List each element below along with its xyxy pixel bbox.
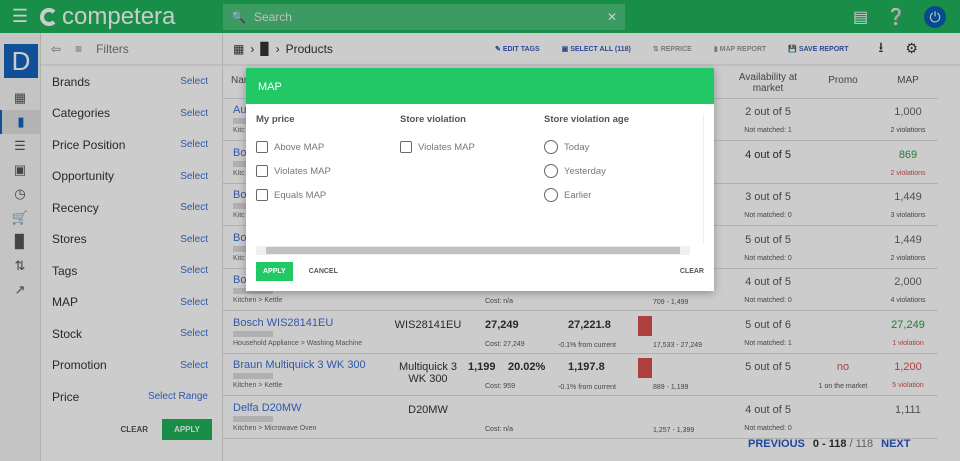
modal-apply-button[interactable]: APPLY <box>256 262 293 281</box>
option-label: Yesterday <box>564 165 606 177</box>
my-price-title: My price <box>256 114 295 125</box>
radio-option[interactable]: Today <box>544 135 629 159</box>
violation-age-title: Store violation age <box>544 114 629 125</box>
modal-title: MAP <box>246 68 714 104</box>
radio-option[interactable]: Yesterday <box>544 159 629 183</box>
checkbox-option[interactable]: Violates MAP <box>400 135 475 159</box>
checkbox-icon[interactable] <box>256 141 268 153</box>
option-label: Violates MAP <box>418 141 475 153</box>
map-filter-modal: MAP My price Above MAP Violates MAP Equals … <box>246 68 714 291</box>
radio-icon[interactable] <box>544 188 558 202</box>
radio-icon[interactable] <box>544 140 558 154</box>
option-label: Above MAP <box>274 141 325 153</box>
option-label: Today <box>564 141 590 153</box>
checkbox-option[interactable]: Equals MAP <box>256 183 331 207</box>
checkbox-icon[interactable] <box>256 165 268 177</box>
checkbox-option[interactable]: Violates MAP <box>256 159 331 183</box>
radio-option[interactable]: Earlier <box>544 183 629 207</box>
checkbox-icon[interactable] <box>256 189 268 201</box>
horizontal-scrollbar[interactable] <box>256 246 690 255</box>
checkbox-icon[interactable] <box>400 141 412 153</box>
modal-cancel-button[interactable]: CANCEL <box>309 268 338 275</box>
store-violation-title: Store violation <box>400 114 466 125</box>
checkbox-option[interactable]: Above MAP <box>256 135 331 159</box>
option-label: Earlier <box>564 189 592 201</box>
modal-clear-button[interactable]: CLEAR <box>680 268 704 275</box>
option-label: Equals MAP <box>274 189 327 201</box>
option-label: Violates MAP <box>274 165 331 177</box>
radio-icon[interactable] <box>544 164 558 178</box>
